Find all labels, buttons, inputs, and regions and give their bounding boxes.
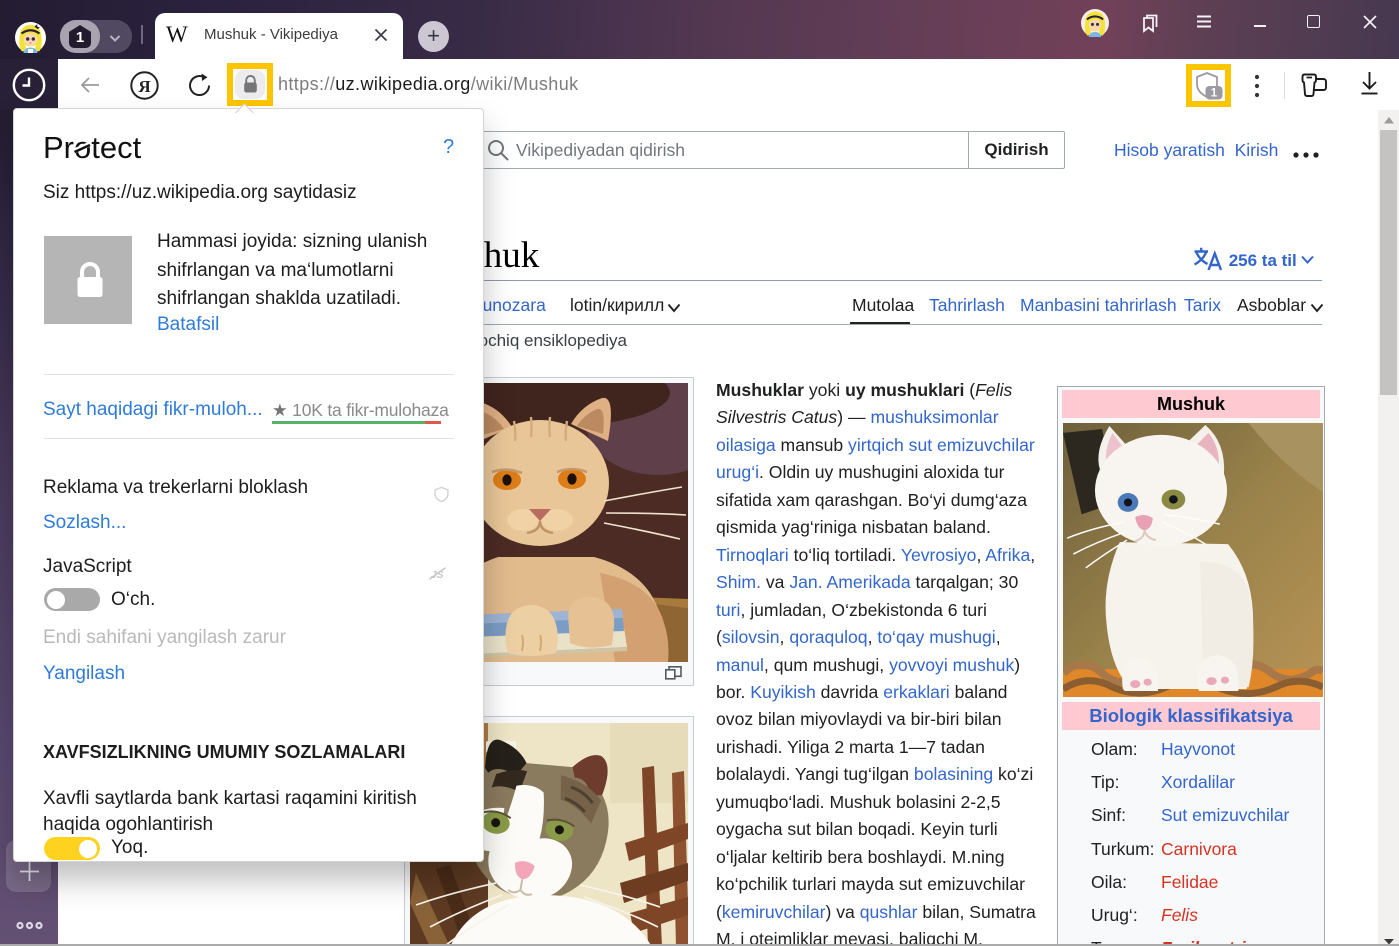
- svg-text:JS: JS: [431, 570, 444, 581]
- svg-text:Я: Я: [138, 77, 150, 96]
- svg-text:1: 1: [1211, 88, 1218, 100]
